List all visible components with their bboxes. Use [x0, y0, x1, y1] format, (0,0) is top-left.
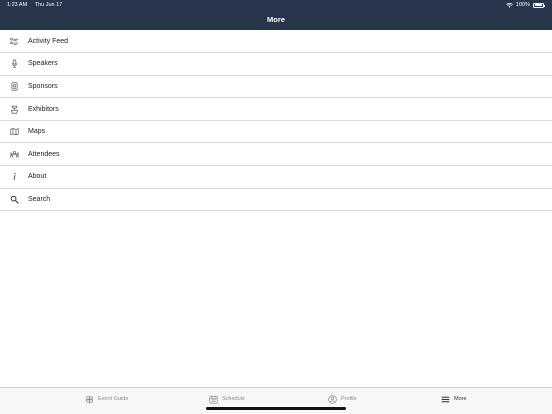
menu-item-label: Attendees: [28, 150, 60, 158]
menu-item-speakers[interactable]: Speakers: [0, 53, 552, 76]
tab-schedule[interactable]: Schedule: [209, 393, 245, 405]
menu-item-label: Activity Feed: [28, 37, 69, 45]
info-icon: [13, 173, 16, 181]
menu-item-label: Maps: [28, 128, 46, 136]
tab-label: More: [454, 396, 467, 402]
calendar-icon: [209, 395, 218, 404]
navigation-header: 1:23 AM Thu Jun 17 100% More: [0, 0, 552, 30]
battery-icon: [533, 2, 546, 8]
microphone-icon: [11, 59, 17, 68]
menu-item-about[interactable]: About: [0, 166, 552, 189]
tab-event-guide[interactable]: Event Guide: [85, 393, 128, 405]
menu-item-exhibitors[interactable]: Exhibitors: [0, 98, 552, 121]
menu-item-label: About: [28, 173, 47, 181]
attendees-icon: [9, 150, 19, 158]
booth-icon: [10, 105, 18, 114]
menu-item-label: Sponsors: [28, 82, 58, 90]
profile-icon: [328, 394, 337, 404]
menu-item-attendees[interactable]: Attendees: [0, 143, 552, 166]
status-time: 1:23 AM: [7, 2, 28, 8]
page-title: More: [267, 15, 285, 24]
menu-item-search[interactable]: Search: [0, 188, 552, 211]
menu-item-maps[interactable]: Maps: [0, 120, 552, 143]
battery-percentage: 100%: [515, 2, 530, 8]
menu-item-label: Speakers: [28, 60, 58, 68]
menu-item-sponsors[interactable]: Sponsors: [0, 75, 552, 98]
tab-label: Profile: [341, 396, 357, 402]
menu-icon: [441, 396, 450, 402]
more-menu-list: Activity Feed Speakers Sponsors Exhibito…: [0, 30, 552, 211]
tab-profile[interactable]: Profile: [328, 393, 357, 405]
activity-feed-icon: [9, 37, 18, 45]
menu-item-label: Exhibitors: [28, 105, 59, 113]
tab-more[interactable]: More: [441, 393, 467, 405]
tab-label: Schedule: [222, 396, 245, 402]
wifi-icon: [506, 2, 513, 8]
menu-item-activity-feed[interactable]: Activity Feed: [0, 30, 552, 53]
signpost-icon: [85, 395, 94, 404]
menu-item-label: Search: [28, 195, 51, 203]
status-bar-right: 100%: [506, 2, 546, 8]
search-icon: [10, 195, 19, 204]
home-indicator[interactable]: [206, 407, 346, 410]
status-bar-left: 1:23 AM Thu Jun 17: [7, 2, 62, 8]
tab-label: Event Guide: [98, 396, 129, 402]
map-icon: [9, 128, 19, 136]
award-icon: [11, 82, 17, 91]
status-date: Thu Jun 17: [34, 2, 63, 8]
